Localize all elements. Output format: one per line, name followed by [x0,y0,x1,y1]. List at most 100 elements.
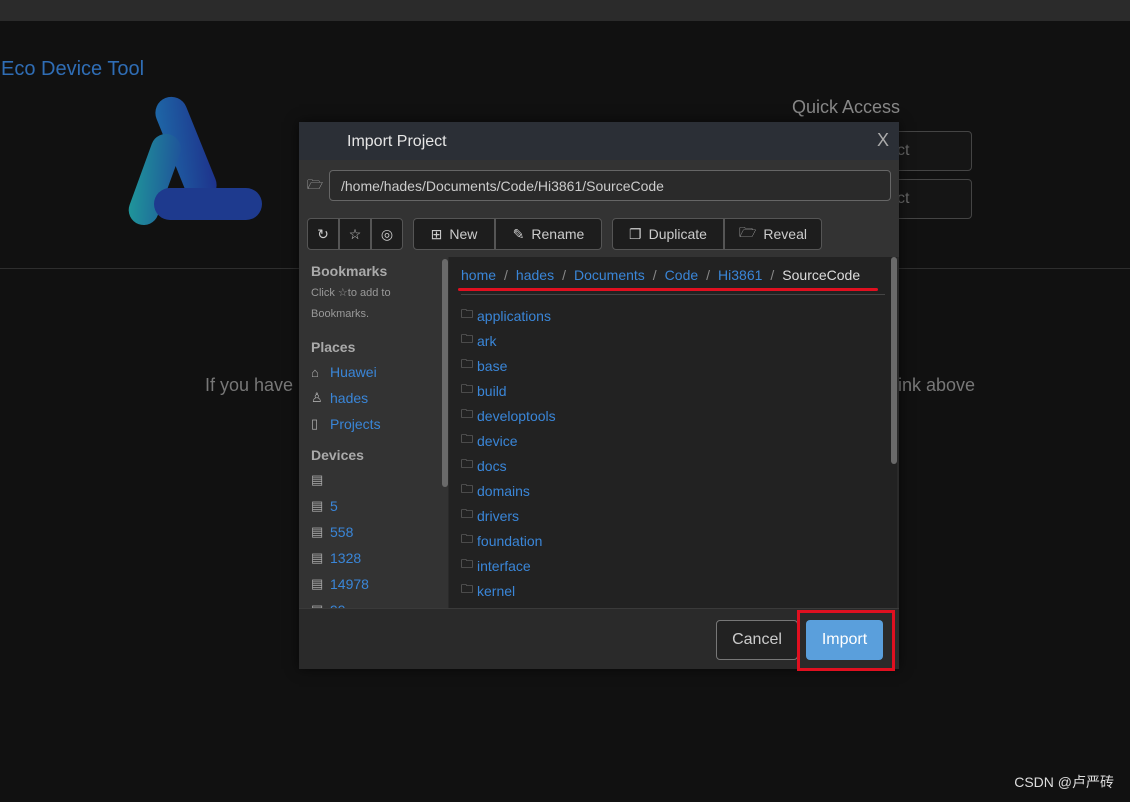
folder-item[interactable]: 🗀 device [461,428,556,453]
folder-item[interactable]: 🗀 interface [461,553,556,578]
highlight-box: Import [797,610,895,671]
drive-icon: ▤ [311,550,324,565]
folder-open-icon: 🗁 [307,177,324,192]
folder-icon: 🗀 [461,332,474,346]
folder-item[interactable]: 🗀 developtools [461,403,556,428]
show-hidden-button[interactable]: ◎ [371,218,403,250]
cancel-button[interactable]: Cancel [716,620,798,660]
folder-item[interactable]: 🗀 foundation [461,528,556,553]
device-item[interactable]: ▤ 5 [311,493,436,519]
folder-item[interactable]: 🗀 build [461,378,556,403]
user-icon: ♙ [311,390,323,405]
app-title: Eco Device Tool [1,58,145,80]
folder-icon: 🗀 [461,557,474,571]
device-item[interactable]: ▤ 1328 [311,545,436,571]
import-button[interactable]: Import [806,620,883,660]
device-item[interactable]: ▤ 14978 [311,571,436,597]
quick-access-heading: Quick Access [792,97,901,117]
sidebar: Bookmarks Click ☆to add to Bookmarks. Pla… [299,257,448,608]
crumb-current: SourceCode [782,267,861,283]
bookmark-button[interactable]: ☆ [339,218,371,250]
folder-item[interactable]: 🗀 ark [461,328,556,353]
home-icon: ⌂ [311,364,319,380]
refresh-button[interactable]: ↻ [307,218,339,250]
folder-name: build [477,382,507,399]
crumb-home[interactable]: home [461,267,496,283]
device-item[interactable]: ▤ [311,467,436,493]
new-button[interactable]: ⊞ New [413,218,495,250]
folder-name: docs [477,457,507,474]
reveal-button[interactable]: 🗁 Reveal [724,218,822,250]
folder-name: kernel [477,582,516,599]
folder-item[interactable]: 🗀 docs [461,453,556,478]
dialog-toolbar: ↻ ☆ ◎ ⊞ New ✎ Rename ❐ Duplicate 🗁 Reveal [299,210,899,257]
dialog-footer: Cancel Import [299,608,899,671]
folder-icon: 🗀 [461,307,474,321]
path-input[interactable] [329,170,891,201]
devices-heading: Devices [311,447,364,463]
highlight-underline [458,288,878,291]
device-item[interactable]: ▤99 [311,597,436,608]
path-row: 🗁 [299,160,899,210]
folder-item[interactable]: 🗀 applications [461,303,556,328]
folder-name: applications [477,307,551,324]
watermark: CSDN @卢严砖 [1014,774,1114,790]
place-projects[interactable]: ▯ Projects [311,411,436,437]
folder-item[interactable]: 🗀 base [461,353,556,378]
folder-name: drivers [477,507,520,524]
folder-name: domains [477,482,530,499]
folder-item[interactable]: 🗀 kernel [461,578,556,603]
rename-button[interactable]: ✎ Rename [495,218,602,250]
star-icon: ☆ [337,287,348,299]
new-folder-icon: ⊞ [430,225,443,242]
new-label: New [449,226,478,242]
folder-name: developtools [477,407,556,424]
folder-icon: 🗀 [461,582,474,596]
folder-icon: 🗀 [461,432,474,446]
folder-icon: 🗀 [461,507,474,521]
folder-name: base [477,357,508,374]
divider [461,294,885,295]
close-icon[interactable]: X [877,130,889,151]
folder-name: interface [477,557,531,574]
folder-icon: 🗀 [461,407,474,421]
crumb-code[interactable]: Code [665,267,698,283]
reveal-label: Reveal [763,226,807,242]
folder-icon: 🗀 [461,482,474,496]
place-hades[interactable]: ♙ hades [311,385,436,411]
bookmarks-heading: Bookmarks [311,263,388,279]
duplicate-label: Duplicate [648,226,707,242]
duplicate-button[interactable]: ❐ Duplicate [612,218,724,250]
crumb-documents[interactable]: Documents [574,267,645,283]
device-item[interactable]: ▤ 558 [311,519,436,545]
file-pane: home / hades / Documents / Code / Hi3861/SourceC… [449,257,897,608]
places-heading: Places [311,339,356,355]
folder-list: 🗀 applications 🗀 ark 🗀 base 🗀 build 🗀 developtool… [461,303,556,603]
copy-icon: ❐ [629,225,642,242]
place-huawei[interactable]: ⌂ Huawei [311,359,436,385]
file-scrollbar[interactable] [891,257,897,464]
pencil-icon: ✎ [512,225,525,242]
folder-icon: 🗀 [461,357,474,371]
bookmark-icon: ▯ [311,416,319,431]
rename-label: Rename [531,226,585,242]
folder-icon: 🗀 [461,532,474,546]
breadcrumb: home / hades / Documents / Code / Hi3861/SourceC… [461,267,861,283]
refresh-icon: ↻ [317,225,329,242]
sidebar-scrollbar[interactable] [442,259,448,487]
dialog-header: Import Project X [299,122,899,160]
folder-icon: 🗀 [461,457,474,471]
drive-icon: ▤ [311,576,324,591]
drive-icon: ▤ [311,472,324,487]
folder-item[interactable]: 🗀 drivers [461,503,556,528]
message-left: If you have [205,375,294,395]
folder-item[interactable]: 🗀 domains [461,478,556,503]
star-icon: ☆ [348,225,362,242]
crumb-hi3861[interactable]: Hi3861 [718,267,762,283]
dialog-title: Import Project [347,133,447,150]
import-project-dialog: Import Project X 🗁 ↻ ☆ ◎ ⊞ New ✎ Rename ❐ D… [299,122,899,671]
folder-name: foundation [477,532,543,549]
crumb-hades[interactable]: hades [516,267,554,283]
top-bar [0,0,1130,21]
folder-open-icon: 🗁 [739,224,757,240]
